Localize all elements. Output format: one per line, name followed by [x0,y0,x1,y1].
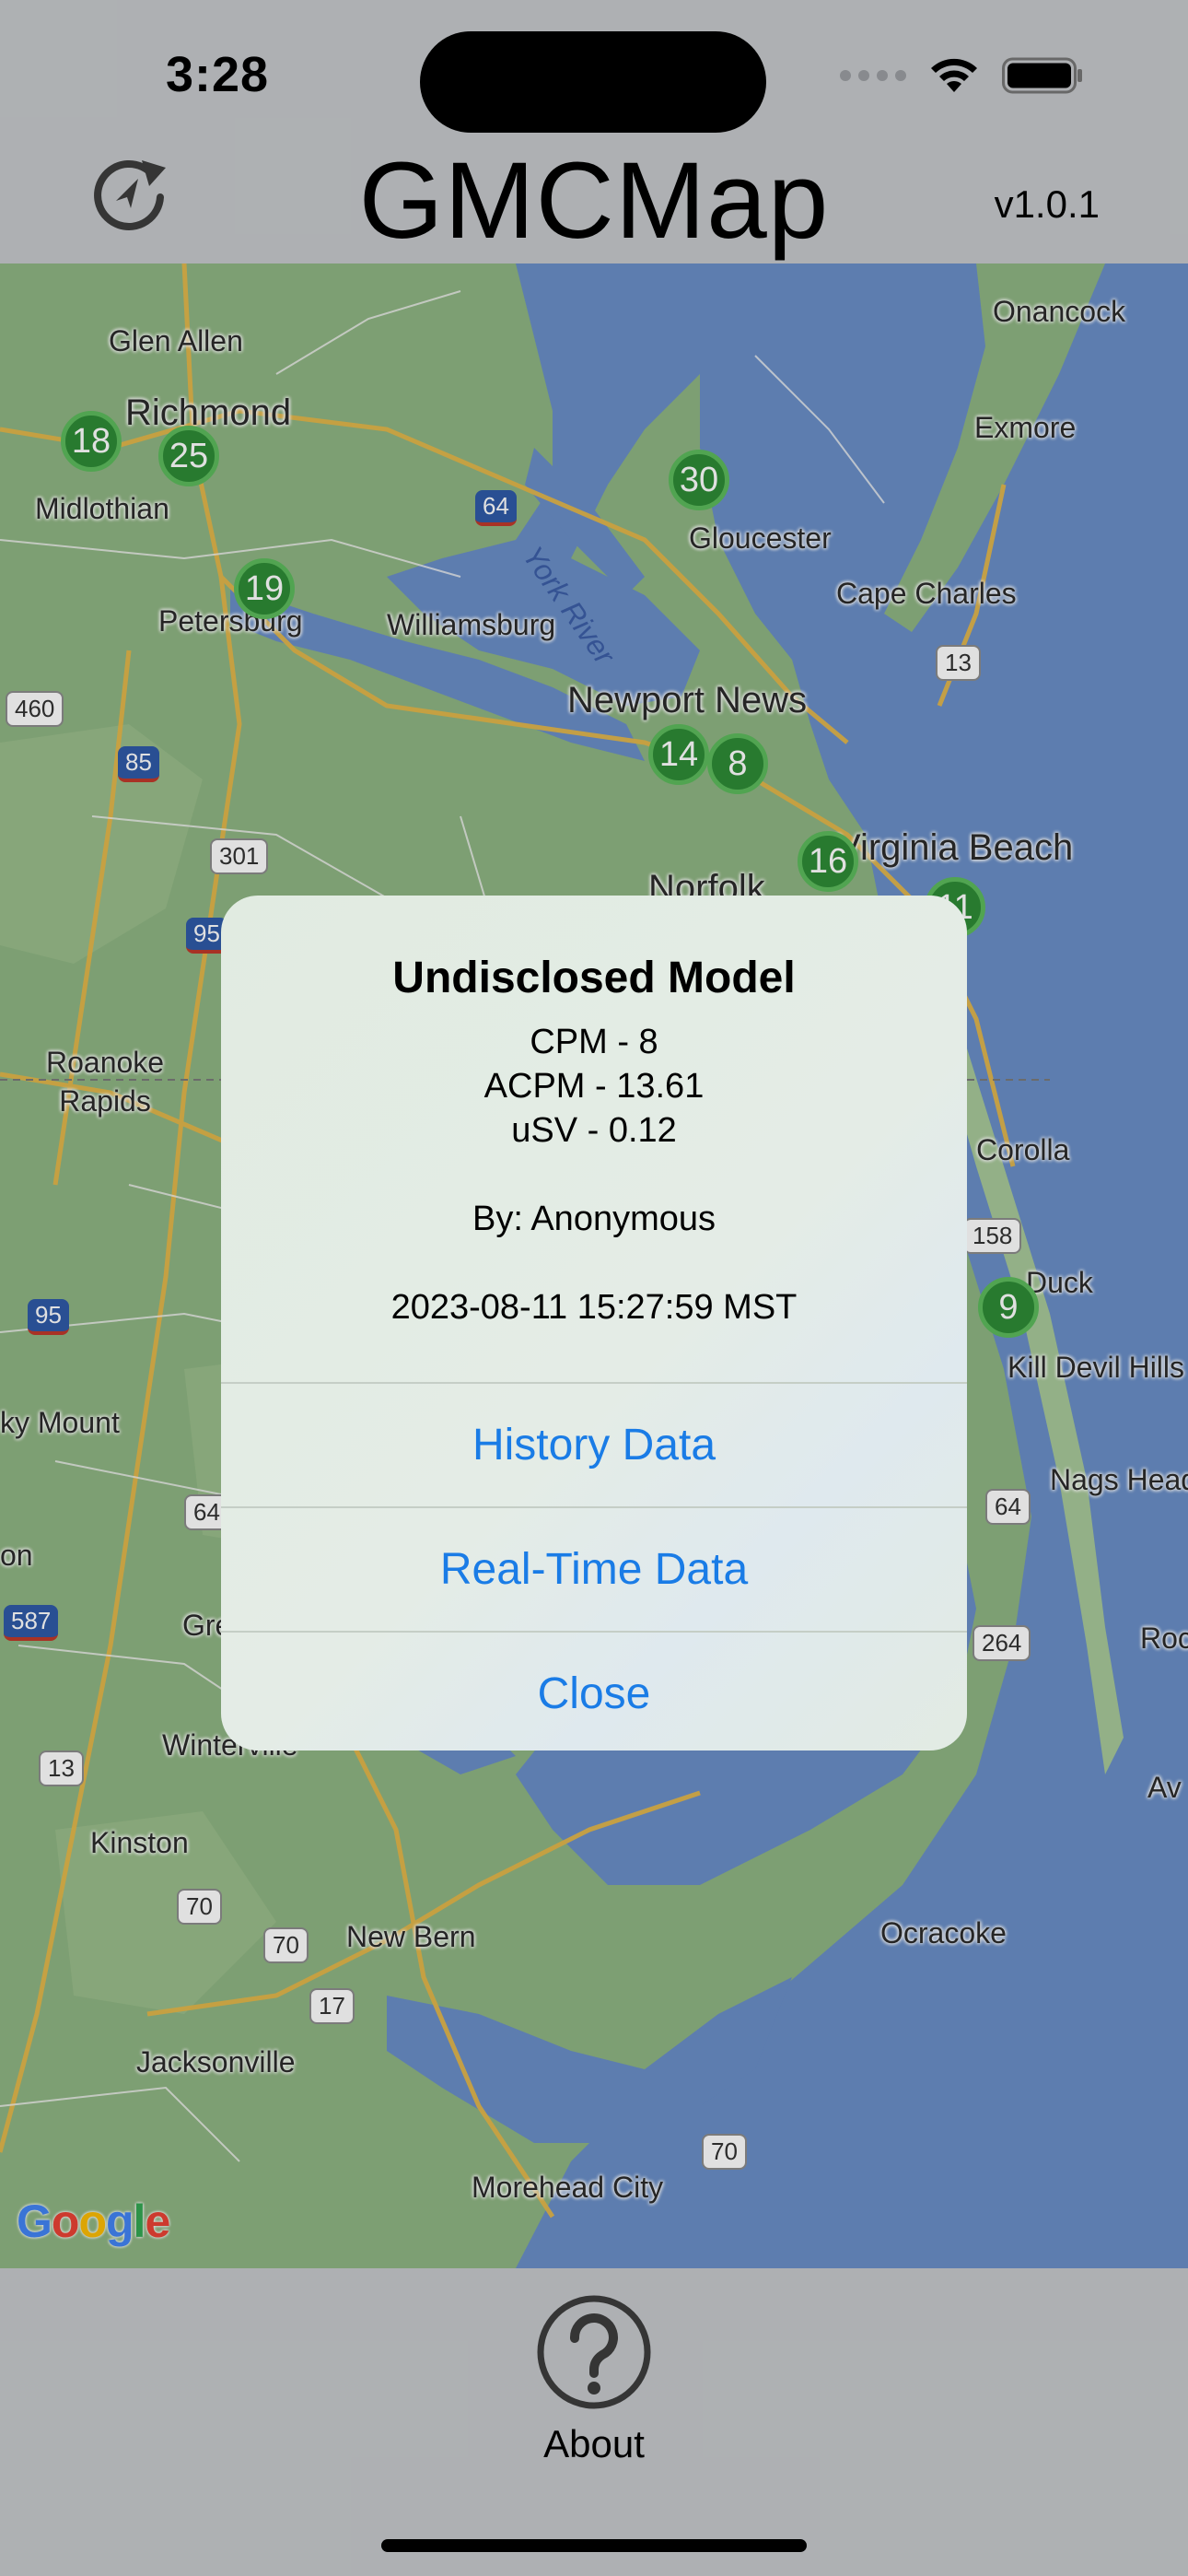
place-label-onancock: Onancock [993,295,1126,328]
place-label-kill-devil-hills: Kill Devil Hills [1007,1351,1185,1384]
google-logo: Google [17,2195,170,2247]
about-tab-label: About [543,2422,645,2465]
place-label-gloucester: Gloucester [689,521,832,555]
route-70-shield-b: 70 [263,1927,309,1963]
close-button[interactable]: Close [221,1631,967,1751]
marker-14[interactable]: 14 [648,724,709,785]
place-label-on: on [0,1539,33,1572]
place-label-new-bern: New Bern [346,1920,476,1953]
place-label-kinston: Kinston [90,1826,189,1859]
place-label-richmond: Richmond [125,392,292,433]
place-label-cape-charles: Cape Charles [836,577,1017,610]
timestamp-text: 2023-08-11 15:27:59 MST [390,1288,798,1327]
marker-30[interactable]: 30 [669,450,729,510]
route-70-shield-c: 70 [702,2134,747,2170]
route-17-shield: 17 [309,1988,355,2024]
route-158-shield: 158 [963,1218,1022,1254]
place-label-jacksonville: Jacksonville [136,2045,296,2078]
question-mark-circle-icon [537,2295,651,2409]
alert-title: Undisclosed Model [392,954,796,1002]
route-301-shield: 301 [210,838,269,874]
place-label-corolla: Corolla [976,1133,1070,1166]
route-264-shield: 264 [973,1625,1031,1661]
author-text: By: Anonymous [472,1200,716,1238]
route-460-shield: 460 [6,691,64,727]
station-info-alert: Undisclosed Model CPM - 8 ACPM - 13.61 u… [221,896,967,1751]
place-label-williamsburg: Williamsburg [387,608,556,641]
place-label-nags-head: Nags Head [1050,1463,1188,1496]
wifi-icon [931,58,977,92]
route-13-shield: 13 [936,645,981,681]
marker-9[interactable]: 9 [978,1277,1039,1338]
route-70-shield: 70 [177,1889,222,1925]
marker-16[interactable]: 16 [798,831,858,892]
place-label-roanoke-rapids: Roanoke Rapids [46,1046,165,1118]
home-indicator[interactable] [381,2539,807,2552]
place-label-ocracoke: Ocracoke [880,1916,1007,1950]
interstate-95-shield-south: 95 [28,1299,69,1335]
app-version: v1.0.1 [994,182,1100,226]
place-label-glen-allen: Glen Allen [109,324,243,357]
dynamic-island [420,31,766,133]
screen: 3:28 GMCMap v1.0.1 Glen Allen Richmond M… [0,0,1188,2576]
place-label-morehead-city: Morehead City [472,2171,664,2204]
place-label-exmore: Exmore [974,411,1077,444]
cellular-signal-icon [840,70,906,81]
alert-body: Undisclosed Model CPM - 8 ACPM - 13.61 u… [221,896,967,1382]
place-label-newport-news: Newport News [567,680,808,720]
app-header: GMCMap v1.0.1 [0,138,1188,263]
marker-25[interactable]: 25 [158,426,219,486]
usv-value: uSV - 0.12 [511,1111,677,1150]
marker-8[interactable]: 8 [707,733,768,794]
place-label-roc: Roc [1140,1622,1188,1655]
real-time-data-button[interactable]: Real-Time Data [221,1506,967,1631]
status-bar: 3:28 [0,0,1188,138]
history-data-button[interactable]: History Data [221,1382,967,1506]
place-label-virginia-beach: Virginia Beach [836,827,1074,868]
marker-18[interactable]: 18 [61,411,122,472]
battery-icon [1002,57,1082,94]
marker-19[interactable]: 19 [234,558,295,619]
status-time: 3:28 [166,47,270,102]
acpm-value: ACPM - 13.61 [483,1067,705,1106]
interstate-587-shield: 587 [4,1605,59,1641]
route-13-shield-south: 13 [39,1751,84,1786]
place-label-rocky-mount: ky Mount [0,1406,120,1439]
place-label-midlothian: Midlothian [35,492,169,525]
interstate-85-shield: 85 [118,746,159,782]
status-icons [840,55,1085,96]
tab-bar: About [0,2268,1188,2576]
interstate-64-shield: 64 [475,490,517,526]
about-tab[interactable]: About [502,2292,686,2467]
route-64-shield-east: 64 [985,1489,1031,1525]
cpm-value: CPM - 8 [530,1023,658,1061]
place-label-av: Av [1147,1771,1182,1804]
